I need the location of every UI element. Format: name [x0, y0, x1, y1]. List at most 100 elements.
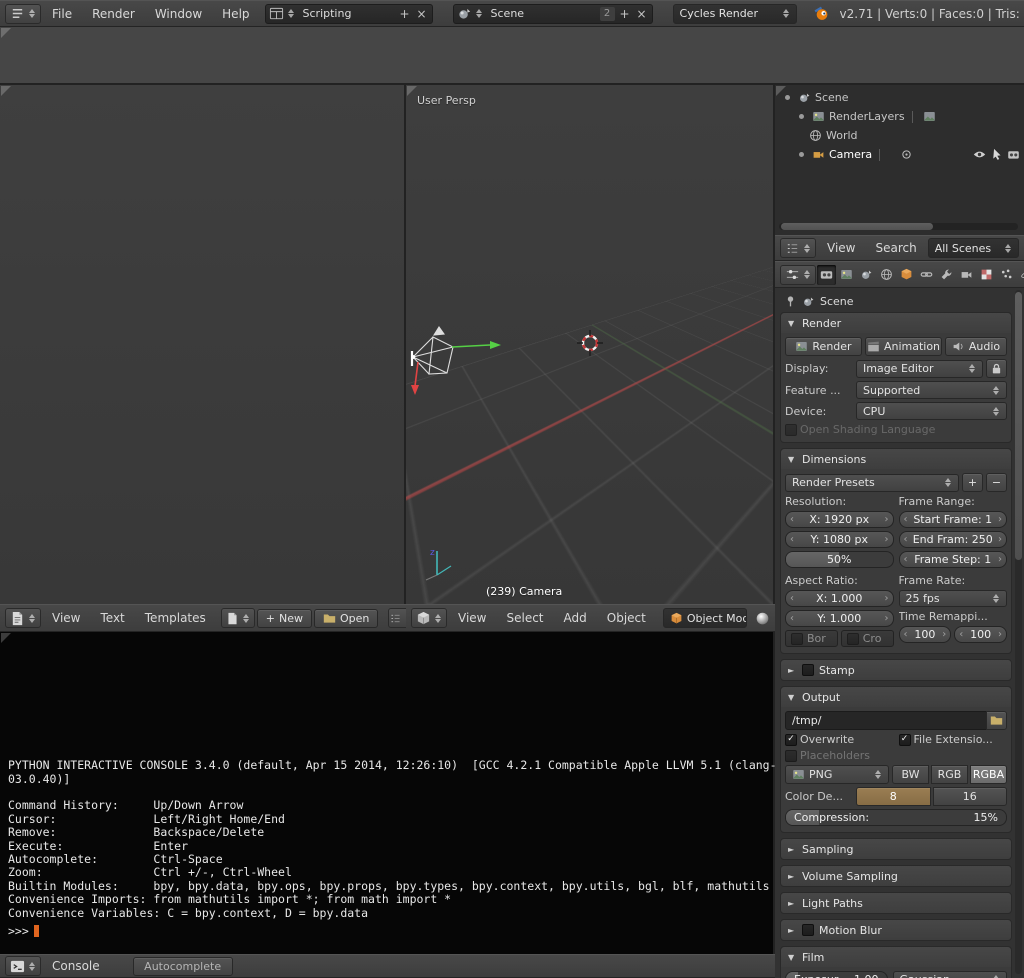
- view3d-menu-select[interactable]: Select: [497, 611, 552, 625]
- disclosure-dot-icon[interactable]: [799, 114, 804, 119]
- tab-particles[interactable]: [997, 265, 1016, 285]
- motion-blur-checkbox[interactable]: [802, 924, 814, 936]
- aspect-y-field[interactable]: ‹Y: 1.000›: [785, 610, 894, 627]
- visibility-eye-icon[interactable]: [973, 148, 986, 161]
- scrollbar-thumb[interactable]: [781, 223, 933, 230]
- outliner-scope-select[interactable]: All Scenes: [928, 238, 1019, 258]
- fps-select[interactable]: 25 fps: [899, 590, 1008, 607]
- camera-data-icon[interactable]: [900, 148, 913, 161]
- view3d-menu-add[interactable]: Add: [555, 611, 596, 625]
- text-menu-view[interactable]: View: [43, 611, 89, 625]
- tab-render-layers[interactable]: [837, 265, 856, 285]
- file-extensions-checkbox[interactable]: ✓: [899, 734, 911, 746]
- add-scene-button[interactable]: +: [618, 7, 632, 21]
- outliner-hscrollbar[interactable]: [779, 223, 1018, 230]
- editor-type-button-properties[interactable]: [780, 265, 816, 285]
- manipulator-red-arrow[interactable]: [411, 362, 419, 395]
- area-corner-widget[interactable]: [1, 86, 11, 96]
- rgba-toggle[interactable]: RGBA: [970, 765, 1007, 784]
- stamp-checkbox[interactable]: [802, 664, 814, 676]
- bw-toggle[interactable]: BW: [892, 765, 929, 784]
- tab-object[interactable]: [897, 265, 916, 285]
- menu-help[interactable]: Help: [213, 7, 258, 21]
- autocomplete-button[interactable]: Autocomplete: [133, 957, 233, 976]
- mode-select[interactable]: Object Mode: [663, 608, 747, 628]
- osl-checkbox[interactable]: [785, 424, 797, 436]
- filter-type-select[interactable]: Gaussian: [893, 971, 1008, 978]
- selectable-cursor-icon[interactable]: [990, 148, 1003, 161]
- area-corner-widget[interactable]: [1, 28, 11, 38]
- console-area[interactable]: PYTHON INTERACTIVE CONSOLE 3.4.0 (defaul…: [0, 632, 775, 954]
- stamp-panel-header[interactable]: ► Stamp: [781, 660, 1011, 680]
- render-restrict-camera-icon[interactable]: [1007, 148, 1020, 161]
- outliner-menu-view[interactable]: View: [818, 241, 864, 255]
- open-text-button[interactable]: Open: [314, 609, 378, 628]
- tab-constraints[interactable]: [917, 265, 936, 285]
- render-panel-header[interactable]: ▼ Render: [781, 313, 1011, 333]
- manipulator-green-arrow[interactable]: [452, 341, 501, 349]
- lock-interface-button[interactable]: [986, 359, 1007, 378]
- output-path-field[interactable]: /tmp/: [785, 711, 987, 730]
- border-toggle[interactable]: Bor: [785, 630, 838, 647]
- delete-layout-button[interactable]: ×: [415, 7, 429, 21]
- time-remap-old-field[interactable]: ‹100›: [899, 626, 952, 643]
- volume-sampling-panel-header[interactable]: ► Volume Sampling: [781, 866, 1011, 886]
- screen-layout-selector[interactable]: Scripting + ×: [265, 4, 433, 24]
- device-select[interactable]: CPU: [856, 402, 1007, 420]
- editor-type-button-3dview[interactable]: [411, 608, 447, 628]
- exposure-slider[interactable]: Exposur... 1.00: [785, 971, 888, 978]
- viewport-shading-icon[interactable]: [755, 611, 770, 626]
- file-format-select[interactable]: PNG: [785, 765, 889, 784]
- overwrite-checkbox[interactable]: ✓: [785, 734, 797, 746]
- resolution-x-field[interactable]: ‹X: 1920 px›: [785, 511, 894, 528]
- add-layout-button[interactable]: +: [398, 7, 412, 21]
- border-checkbox[interactable]: [791, 633, 803, 645]
- tab-physics[interactable]: [1017, 265, 1024, 285]
- frame-step-field[interactable]: ‹Frame Step: 1›: [899, 551, 1008, 568]
- film-panel-header[interactable]: ▼ Film: [781, 947, 1011, 967]
- outliner-menu-search[interactable]: Search: [866, 241, 925, 255]
- text-datablock-selector[interactable]: [221, 608, 255, 628]
- compression-slider[interactable]: Compression: 15%: [785, 809, 1007, 826]
- tab-object-data[interactable]: [957, 265, 976, 285]
- audio-button[interactable]: Audio: [945, 337, 1007, 356]
- screen-layout-name[interactable]: Scripting: [298, 7, 395, 20]
- crop-checkbox[interactable]: [847, 633, 859, 645]
- menu-window[interactable]: Window: [146, 7, 211, 21]
- area-corner-widget[interactable]: [1, 633, 11, 643]
- display-select[interactable]: Image Editor: [856, 360, 983, 378]
- remove-preset-button[interactable]: −: [986, 473, 1007, 492]
- text-editor-area[interactable]: [0, 85, 406, 604]
- delete-scene-button[interactable]: ×: [635, 7, 649, 21]
- editor-type-button-info[interactable]: [5, 4, 41, 24]
- new-text-button[interactable]: + New: [257, 609, 312, 628]
- outliner-row-world[interactable]: World: [775, 126, 1024, 145]
- viewport-area[interactable]: z User Persp (239) Camera: [406, 85, 775, 604]
- resolution-y-field[interactable]: ‹Y: 1080 px›: [785, 531, 894, 548]
- pin-icon[interactable]: [784, 295, 797, 308]
- disclosure-dot-icon[interactable]: [799, 152, 804, 157]
- scene-selector[interactable]: Scene 2 + ×: [453, 4, 653, 24]
- add-preset-button[interactable]: +: [962, 473, 983, 492]
- sampling-panel-header[interactable]: ► Sampling: [781, 839, 1011, 859]
- light-paths-panel-header[interactable]: ► Light Paths: [781, 893, 1011, 913]
- outliner-row-camera[interactable]: Camera: [775, 145, 1024, 164]
- output-panel-header[interactable]: ▼ Output: [781, 687, 1011, 707]
- resolution-percentage-slider[interactable]: 50%: [785, 551, 894, 568]
- depth-16-toggle[interactable]: 16: [933, 787, 1008, 806]
- view3d-menu-view[interactable]: View: [449, 611, 495, 625]
- outliner-row-scene[interactable]: Scene: [775, 88, 1024, 107]
- time-remap-new-field[interactable]: ‹100›: [954, 626, 1007, 643]
- text-menu-templates[interactable]: Templates: [136, 611, 215, 625]
- text-menu-text[interactable]: Text: [91, 611, 133, 625]
- animation-button[interactable]: Animation: [865, 337, 942, 356]
- 3d-cursor[interactable]: [577, 330, 603, 356]
- tab-world[interactable]: [877, 265, 896, 285]
- motion-blur-panel-header[interactable]: ► Motion Blur: [781, 920, 1011, 940]
- render-engine-select[interactable]: Cycles Render: [673, 4, 797, 24]
- render-presets-select[interactable]: Render Presets: [785, 474, 959, 492]
- scene-name[interactable]: Scene: [486, 7, 597, 20]
- editor-type-button-text[interactable]: [5, 608, 41, 628]
- feature-set-select[interactable]: Supported: [856, 381, 1007, 399]
- rgb-toggle[interactable]: RGB: [931, 765, 968, 784]
